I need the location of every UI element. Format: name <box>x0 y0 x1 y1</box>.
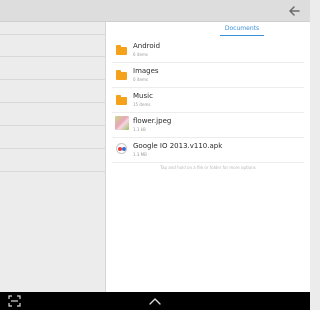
file-name: Images <box>133 67 159 75</box>
file-meta: 1.3 MB <box>133 152 147 157</box>
tab-row: Documents <box>106 22 310 37</box>
action-bar <box>0 0 310 22</box>
folder-icon <box>116 95 128 105</box>
file-meta: 0 items <box>133 77 148 82</box>
left-pane <box>0 22 106 292</box>
list-item[interactable]: Android 6 items <box>106 38 310 62</box>
file-meta: 6 items <box>133 52 148 57</box>
nav-bar <box>0 292 310 310</box>
file-meta: 1.1 kB <box>133 127 146 132</box>
expand-button[interactable] <box>8 295 21 307</box>
hint-text: Tap and hold on a file or folder for mor… <box>160 165 256 170</box>
file-name: Music <box>133 92 153 100</box>
apk-icon <box>116 143 127 154</box>
divider <box>112 162 304 163</box>
back-button[interactable] <box>286 3 302 19</box>
list-item[interactable]: flower.jpeg 1.1 kB <box>106 113 310 137</box>
divider <box>0 148 106 149</box>
file-name: flower.jpeg <box>133 117 172 125</box>
tab-documents[interactable]: Documents <box>220 24 264 36</box>
chevron-up-button[interactable] <box>148 296 162 306</box>
screen: Documents Android 6 items Images 0 items… <box>0 0 310 310</box>
divider <box>0 125 106 126</box>
divider <box>0 56 106 57</box>
image-thumbnail <box>115 116 129 130</box>
folder-icon <box>116 45 128 55</box>
divider <box>0 102 106 103</box>
right-pane: Documents Android 6 items Images 0 items… <box>106 22 310 292</box>
list-item[interactable]: Images 0 items <box>106 63 310 87</box>
arrow-back-icon <box>289 6 300 16</box>
file-meta: 15 items <box>133 102 151 107</box>
list-item[interactable]: Google IO 2013.v110.apk 1.3 MB <box>106 138 310 162</box>
chevron-up-icon <box>149 298 161 305</box>
folder-icon <box>116 70 128 80</box>
divider <box>0 34 106 35</box>
expand-icon <box>8 295 21 307</box>
file-name: Android <box>133 42 161 50</box>
file-name: Google IO 2013.v110.apk <box>133 142 223 150</box>
divider <box>0 171 106 172</box>
list-item[interactable]: Music 15 items <box>106 88 310 112</box>
divider <box>0 79 106 80</box>
